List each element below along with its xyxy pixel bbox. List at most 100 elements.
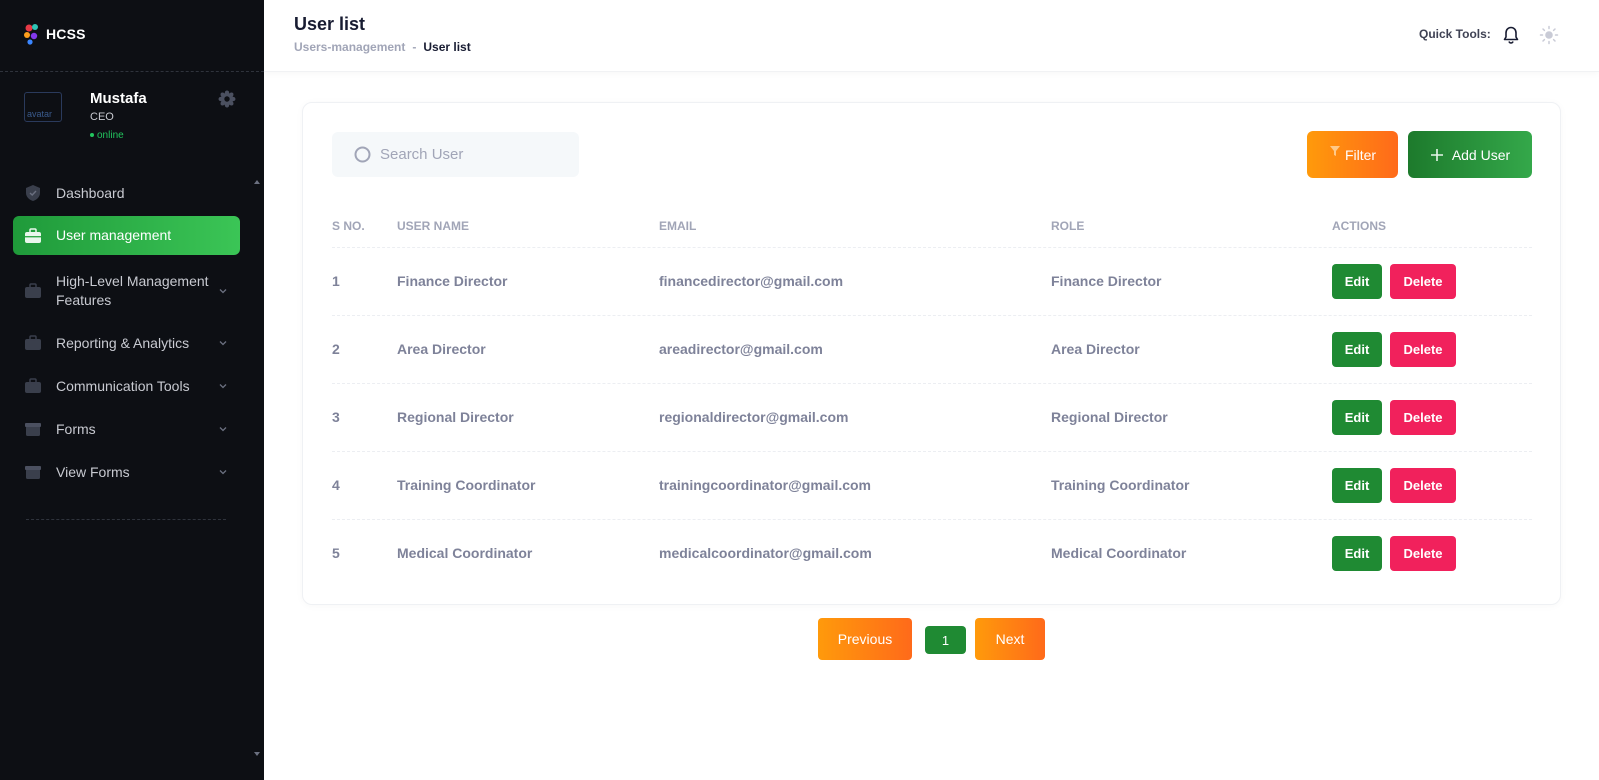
pagination: Previous 1 Next [0, 618, 1599, 660]
breadcrumb-separator: - [412, 40, 417, 54]
sidebar-item-label: Reporting & Analytics [56, 334, 190, 351]
previous-page-button[interactable]: Previous [818, 618, 912, 660]
table-row: 2 Area Director areadirector@gmail.com A… [332, 315, 1532, 383]
cell-role: Medical Coordinator [1051, 545, 1187, 561]
briefcase-icon [25, 227, 41, 243]
divider [0, 71, 264, 72]
chevron-down-icon [219, 384, 227, 389]
chevron-down-icon [219, 470, 227, 475]
theme-toggle-sun-icon[interactable] [1539, 25, 1559, 45]
hcss-logo-icon [24, 24, 38, 45]
delete-button[interactable]: Delete [1390, 332, 1456, 367]
next-page-button[interactable]: Next [975, 618, 1045, 660]
avatar[interactable]: avatar [24, 92, 62, 122]
sidebar-item-user-management[interactable]: User management [13, 216, 240, 255]
cell-sno: 1 [332, 273, 340, 289]
top-header: User list Users-management - User list Q… [264, 0, 1599, 72]
sidebar-item-high-level-management[interactable]: High-Level Management Features [13, 265, 240, 317]
chevron-down-icon [219, 341, 227, 346]
column-header-sno[interactable]: S NO. [332, 219, 365, 233]
cell-email: areadirector@gmail.com [659, 341, 823, 357]
bell-icon[interactable] [1501, 25, 1521, 45]
cell-username: Medical Coordinator [397, 545, 533, 561]
sidebar-item-label: User management [56, 227, 172, 243]
add-user-button[interactable]: Add User [1408, 131, 1532, 178]
gear-icon[interactable] [218, 90, 236, 108]
cell-sno: 4 [332, 477, 340, 493]
plus-icon [1430, 148, 1443, 161]
cell-sno: 3 [332, 409, 340, 425]
box-icon [25, 423, 41, 436]
cell-username: Training Coordinator [397, 477, 536, 493]
sidebar-item-label: High-Level Management Features [56, 273, 209, 308]
page-title: User list [294, 14, 366, 34]
search-input[interactable] [380, 146, 570, 163]
search-box[interactable] [332, 132, 579, 177]
user-list-card: Filter Add User S NO. USER NAME EMAIL RO… [302, 102, 1561, 605]
edit-button[interactable]: Edit [1332, 536, 1382, 571]
page-number-button[interactable]: 1 [925, 626, 966, 654]
briefcase-icon [25, 335, 41, 350]
edit-button[interactable]: Edit [1332, 400, 1382, 435]
cell-email: medicalcoordinator@gmail.com [659, 545, 872, 561]
breadcrumb: Users-management - User list [294, 40, 471, 54]
table-row: 4 Training Coordinator trainingcoordinat… [332, 451, 1532, 519]
briefcase-icon [25, 283, 41, 298]
user-profile: avatar Mustafa CEO online [24, 90, 244, 146]
column-header-role[interactable]: ROLE [1051, 219, 1084, 233]
sidebar-item-label: Forms [56, 420, 96, 437]
sidebar-item-label: Communication Tools [56, 377, 190, 394]
breadcrumb-users-management[interactable]: Users-management [294, 40, 405, 54]
chevron-down-icon [219, 289, 227, 294]
breadcrumb-current: User list [423, 40, 471, 54]
cell-username: Area Director [397, 341, 486, 357]
edit-button[interactable]: Edit [1332, 332, 1382, 367]
cell-sno: 2 [332, 341, 340, 357]
scroll-down-arrow-icon[interactable] [253, 750, 261, 758]
quick-tools-label: Quick Tools: [1419, 27, 1491, 41]
sidebar-item-reporting-analytics[interactable]: Reporting & Analytics [13, 326, 240, 360]
delete-button[interactable]: Delete [1390, 400, 1456, 435]
sidebar-item-label: View Forms [56, 463, 130, 480]
box-icon [25, 466, 41, 479]
cell-role: Area Director [1051, 341, 1140, 357]
filter-icon [1329, 145, 1340, 156]
filter-button[interactable]: Filter [1307, 131, 1398, 178]
table-header: S NO. USER NAME EMAIL ROLE ACTIONS [332, 211, 1532, 247]
chevron-down-icon [219, 427, 227, 432]
table-row: 1 Finance Director financedirector@gmail… [332, 247, 1532, 315]
column-header-username[interactable]: USER NAME [397, 219, 469, 233]
sidebar: HCSS avatar Mustafa CEO online Dashboard [0, 0, 264, 780]
profile-role: CEO [90, 111, 114, 123]
column-header-actions: ACTIONS [1332, 219, 1386, 233]
sidebar-nav: Dashboard User management High-Level Man… [13, 178, 240, 489]
delete-button[interactable]: Delete [1390, 264, 1456, 299]
edit-button[interactable]: Edit [1332, 264, 1382, 299]
table-row: 3 Regional Director regionaldirector@gma… [332, 383, 1532, 451]
cell-sno: 5 [332, 545, 340, 561]
logo[interactable]: HCSS [22, 22, 86, 46]
cell-email: trainingcoordinator@gmail.com [659, 477, 872, 493]
divider [26, 519, 226, 520]
search-icon [354, 146, 371, 162]
column-header-email[interactable]: EMAIL [659, 219, 696, 233]
cell-role: Training Coordinator [1051, 477, 1190, 493]
logo-text: HCSS [46, 26, 86, 42]
delete-button[interactable]: Delete [1390, 536, 1456, 571]
filter-button-label: Filter [1344, 146, 1377, 163]
scroll-up-arrow-icon[interactable] [253, 178, 261, 186]
profile-name: Mustafa [90, 90, 147, 107]
cell-role: Regional Director [1051, 409, 1168, 425]
sidebar-item-dashboard[interactable]: Dashboard [13, 178, 240, 208]
edit-button[interactable]: Edit [1332, 468, 1382, 503]
cell-role: Finance Director [1051, 273, 1162, 289]
sidebar-item-communication-tools[interactable]: Communication Tools [13, 369, 240, 403]
cell-email: regionaldirector@gmail.com [659, 409, 849, 425]
sidebar-item-view-forms[interactable]: View Forms [13, 455, 240, 489]
sidebar-item-forms[interactable]: Forms [13, 412, 240, 446]
table-row: 5 Medical Coordinator medicalcoordinator… [332, 519, 1532, 587]
add-user-button-label: Add User [1451, 146, 1511, 163]
sidebar-item-label: Dashboard [56, 184, 125, 201]
cell-email: financedirector@gmail.com [659, 273, 844, 289]
delete-button[interactable]: Delete [1390, 468, 1456, 503]
